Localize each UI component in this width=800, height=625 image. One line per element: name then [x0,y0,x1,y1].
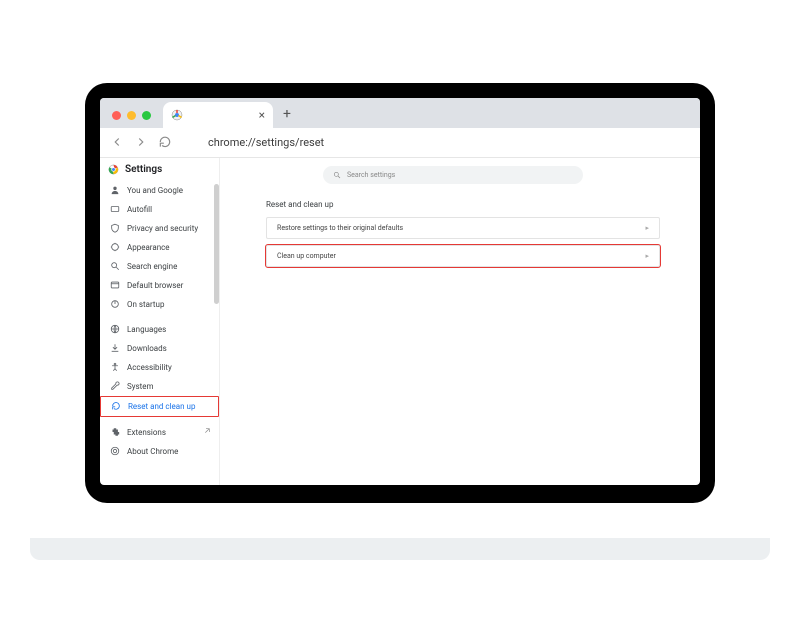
sidebar-item-downloads[interactable]: Downloads [100,339,219,358]
toolbar: chrome://settings/reset [100,128,700,158]
person-icon [110,185,120,195]
restore-defaults-option[interactable]: Restore settings to their original defau… [266,217,660,239]
sidebar-item-extensions[interactable]: Extensions [100,423,219,442]
wrench-icon [110,381,120,391]
search-settings-input[interactable]: Search settings [323,166,583,184]
about-icon [110,446,120,456]
sidebar-item-on-startup[interactable]: On startup [100,295,219,314]
download-icon [110,343,120,353]
settings-header: Settings [100,158,219,181]
sidebar-item-label: Accessibility [127,363,172,372]
extension-icon [110,427,120,437]
reload-button[interactable] [158,135,172,149]
screen: × + chrome://settings/reset [100,98,700,485]
power-icon [110,299,120,309]
sidebar-item-label: Reset and clean up [128,402,195,411]
external-link-icon [203,427,211,437]
sidebar-item-reset[interactable]: Reset and clean up [100,396,219,417]
back-button[interactable] [110,135,124,149]
main-panel: Search settings Reset and clean up Resto… [220,158,700,485]
sidebar-item-default-browser[interactable]: Default browser [100,276,219,295]
sidebar-item-privacy[interactable]: Privacy and security [100,219,219,238]
chevron-right-icon: ▸ [645,252,649,260]
laptop-frame: × + chrome://settings/reset [85,83,715,503]
search-icon [333,171,341,179]
sidebar-item-label: Privacy and security [127,224,198,233]
search-placeholder: Search settings [347,171,395,179]
reset-icon [111,401,121,411]
sidebar-item-label: Extensions [127,428,166,437]
sidebar-item-label: About Chrome [127,447,178,456]
tab-bar: × + [100,98,700,128]
sidebar-item-label: Default browser [127,281,183,290]
settings-sidebar: Settings You and Google Autofill Privacy… [100,158,220,485]
appearance-icon [110,242,120,252]
forward-button[interactable] [134,135,148,149]
close-window-button[interactable] [112,111,121,120]
sidebar-item-label: Search engine [127,262,177,271]
browser-tab[interactable]: × [163,102,273,128]
sidebar-item-label: Autofill [127,205,152,214]
option-label: Restore settings to their original defau… [277,224,403,232]
browser-icon [110,280,120,290]
accessibility-icon [110,362,120,372]
sidebar-item-label: On startup [127,300,164,309]
scrollbar-thumb[interactable] [214,184,219,304]
sidebar-item-label: Downloads [127,344,167,353]
sidebar-item-you-and-google[interactable]: You and Google [100,181,219,200]
sidebar-item-languages[interactable]: Languages [100,320,219,339]
globe-icon [110,324,120,334]
clean-up-computer-option[interactable]: Clean up computer ▸ [266,245,660,267]
sidebar-item-label: System [127,382,154,391]
laptop-base [30,538,770,560]
sidebar-item-label: You and Google [127,186,183,195]
sidebar-item-system[interactable]: System [100,377,219,396]
section-title: Reset and clean up [266,200,660,209]
autofill-icon [110,204,120,214]
sidebar-item-about[interactable]: About Chrome [100,442,219,461]
search-icon [110,261,120,271]
url-text[interactable]: chrome://settings/reset [208,136,324,149]
sidebar-item-appearance[interactable]: Appearance [100,238,219,257]
minimize-window-button[interactable] [127,111,136,120]
option-label: Clean up computer [277,252,336,260]
sidebar-item-accessibility[interactable]: Accessibility [100,358,219,377]
content-area: Settings You and Google Autofill Privacy… [100,158,700,485]
shield-icon [110,223,120,233]
sidebar-item-search-engine[interactable]: Search engine [100,257,219,276]
chrome-logo-icon [108,164,119,175]
sidebar-item-label: Appearance [127,243,170,252]
sidebar-item-autofill[interactable]: Autofill [100,200,219,219]
window-controls [108,111,163,128]
chrome-favicon-icon [171,109,183,121]
close-tab-icon[interactable]: × [259,108,265,122]
maximize-window-button[interactable] [142,111,151,120]
sidebar-item-label: Languages [127,325,166,334]
new-tab-button[interactable]: + [273,106,301,128]
chevron-right-icon: ▸ [645,224,649,232]
settings-title: Settings [125,164,162,175]
